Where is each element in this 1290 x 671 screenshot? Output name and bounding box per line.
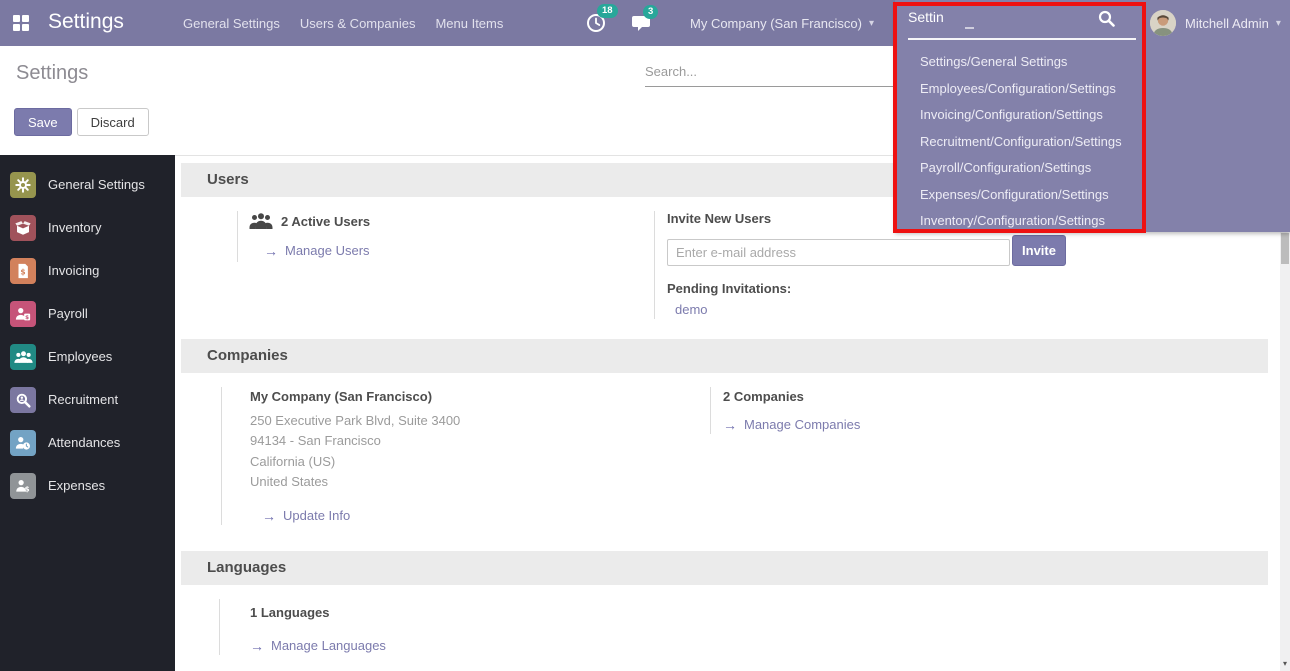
menu-search-results: Settings/General Settings Employees/Conf… bbox=[895, 40, 1290, 235]
sidebar-item-label: Payroll bbox=[48, 306, 88, 321]
invite-email-input[interactable] bbox=[667, 239, 1010, 266]
svg-text:$: $ bbox=[25, 314, 29, 320]
messages-icon[interactable]: 3 bbox=[632, 14, 652, 32]
manage-languages-link[interactable]: Manage Languages bbox=[271, 638, 386, 653]
menu-users-companies[interactable]: Users & Companies bbox=[300, 16, 416, 31]
sidebar-item-label: Invoicing bbox=[48, 263, 99, 278]
user-photo bbox=[1150, 10, 1176, 36]
arrow-right-icon: → bbox=[250, 639, 264, 653]
sidebar-item-label: Attendances bbox=[48, 435, 120, 450]
arrow-right-icon: → bbox=[262, 509, 276, 523]
search-result-item[interactable]: Invoicing/Configuration/Settings bbox=[895, 102, 1290, 129]
gear-icon bbox=[10, 172, 36, 198]
search-result-item[interactable]: Recruitment/Configuration/Settings bbox=[895, 129, 1290, 156]
apps-menu-icon[interactable] bbox=[13, 15, 29, 31]
search-icon[interactable] bbox=[1098, 10, 1115, 27]
settings-sidebar: General Settings Inventory $ bbox=[0, 155, 175, 671]
employees-icon bbox=[10, 344, 36, 370]
companies-count-box: 2 Companies → Manage Companies bbox=[710, 387, 910, 434]
sidebar-item-attendances[interactable]: Attendances bbox=[0, 421, 175, 464]
button-row: Save Discard bbox=[14, 108, 149, 136]
invite-button[interactable]: Invite bbox=[1012, 235, 1066, 266]
text-cursor bbox=[965, 27, 974, 29]
menu-menu-items[interactable]: Menu Items bbox=[435, 16, 503, 31]
svg-text:$: $ bbox=[25, 484, 30, 493]
invoice-icon: $ bbox=[10, 258, 36, 284]
active-users-count: 2 Active Users bbox=[281, 214, 370, 229]
attendance-icon bbox=[10, 430, 36, 456]
search-underline bbox=[908, 38, 1136, 40]
odoo-settings-screen: Settings General Settings Users & Compan… bbox=[0, 0, 1290, 671]
sidebar-item-employees[interactable]: Employees bbox=[0, 335, 175, 378]
expense-icon: $ bbox=[10, 473, 36, 499]
sidebar-item-expenses[interactable]: $ Expenses bbox=[0, 464, 175, 507]
pending-user-link[interactable]: demo bbox=[675, 302, 1252, 317]
scroll-down-arrow[interactable]: ▾ bbox=[1280, 659, 1290, 668]
companies-count: 2 Companies bbox=[723, 389, 894, 404]
languages-section: 1 Languages → Manage Languages bbox=[181, 585, 1268, 671]
breadcrumb: Settings bbox=[16, 62, 88, 85]
address-line: United States bbox=[250, 472, 710, 492]
sidebar-item-label: Recruitment bbox=[48, 392, 118, 407]
search-result-item[interactable]: Payroll/Configuration/Settings bbox=[895, 155, 1290, 182]
box-icon bbox=[10, 215, 36, 241]
sidebar-item-inventory[interactable]: Inventory bbox=[0, 206, 175, 249]
manage-companies-link[interactable]: Manage Companies bbox=[744, 417, 860, 432]
search-result-item[interactable]: Inventory/Configuration/Settings bbox=[895, 208, 1290, 235]
languages-count: 1 Languages bbox=[250, 605, 386, 620]
payroll-icon: $ bbox=[10, 301, 36, 327]
address-line: 250 Executive Park Blvd, Suite 3400 bbox=[250, 411, 710, 431]
languages-box: 1 Languages → Manage Languages bbox=[219, 599, 386, 655]
arrow-right-icon: → bbox=[723, 418, 737, 432]
avatar bbox=[1150, 10, 1176, 36]
users-group-icon bbox=[249, 213, 273, 230]
chevron-down-icon: ▾ bbox=[1276, 18, 1281, 29]
chevron-down-icon: ▾ bbox=[869, 18, 874, 29]
arrow-right-icon: → bbox=[264, 244, 278, 258]
user-menu[interactable]: Mitchell Admin ▾ bbox=[1150, 0, 1281, 46]
svg-text:$: $ bbox=[20, 267, 25, 276]
menu-general-settings[interactable]: General Settings bbox=[183, 16, 280, 31]
pending-invitations-label: Pending Invitations: bbox=[667, 281, 1252, 296]
search-result-item[interactable]: Settings/General Settings bbox=[895, 49, 1290, 76]
company-address: 250 Executive Park Blvd, Suite 3400 9413… bbox=[250, 411, 710, 492]
sidebar-item-label: Inventory bbox=[48, 220, 101, 235]
address-line: 94134 - San Francisco bbox=[250, 431, 710, 451]
search-input[interactable] bbox=[645, 60, 893, 87]
systray: 18 3 bbox=[586, 0, 678, 46]
search-result-item[interactable]: Expenses/Configuration/Settings bbox=[895, 182, 1290, 209]
manage-users-link[interactable]: Manage Users bbox=[285, 243, 370, 258]
activities-badge: 18 bbox=[597, 4, 618, 18]
update-info-link[interactable]: Update Info bbox=[283, 508, 350, 523]
company-name-label: My Company (San Francisco) bbox=[250, 389, 710, 404]
address-line: California (US) bbox=[250, 452, 710, 472]
sidebar-item-label: Employees bbox=[48, 349, 112, 364]
sidebar-item-payroll[interactable]: $ Payroll bbox=[0, 292, 175, 335]
record-search bbox=[645, 60, 893, 87]
section-header-languages: Languages bbox=[181, 551, 1268, 585]
sidebar-item-general-settings[interactable]: General Settings bbox=[0, 163, 175, 206]
section-header-companies: Companies bbox=[181, 339, 1268, 373]
active-users-box: 2 Active Users → Manage Users bbox=[237, 211, 654, 262]
company-info-box: My Company (San Francisco) 250 Executive… bbox=[221, 387, 710, 525]
activities-icon[interactable]: 18 bbox=[586, 13, 606, 33]
magnifier-icon bbox=[10, 387, 36, 413]
sidebar-item-label: Expenses bbox=[48, 478, 105, 493]
discard-button[interactable]: Discard bbox=[77, 108, 149, 136]
scrollbar-thumb[interactable] bbox=[1281, 233, 1289, 264]
sidebar-item-label: General Settings bbox=[48, 177, 145, 192]
messages-badge: 3 bbox=[643, 5, 658, 19]
company-switcher[interactable]: My Company (San Francisco) ▾ bbox=[690, 0, 874, 46]
company-name: My Company (San Francisco) bbox=[690, 16, 862, 31]
vertical-scrollbar[interactable]: ▾ bbox=[1280, 232, 1290, 671]
save-button[interactable]: Save bbox=[14, 108, 72, 136]
app-title: Settings bbox=[48, 10, 124, 34]
search-result-item[interactable]: Employees/Configuration/Settings bbox=[895, 76, 1290, 103]
top-menus: General Settings Users & Companies Menu … bbox=[183, 0, 503, 46]
sidebar-item-invoicing[interactable]: $ Invoicing bbox=[0, 249, 175, 292]
menu-search-input[interactable] bbox=[908, 9, 1098, 25]
sidebar-item-recruitment[interactable]: Recruitment bbox=[0, 378, 175, 421]
companies-section: My Company (San Francisco) 250 Executive… bbox=[181, 373, 1268, 551]
user-name: Mitchell Admin bbox=[1185, 16, 1269, 31]
